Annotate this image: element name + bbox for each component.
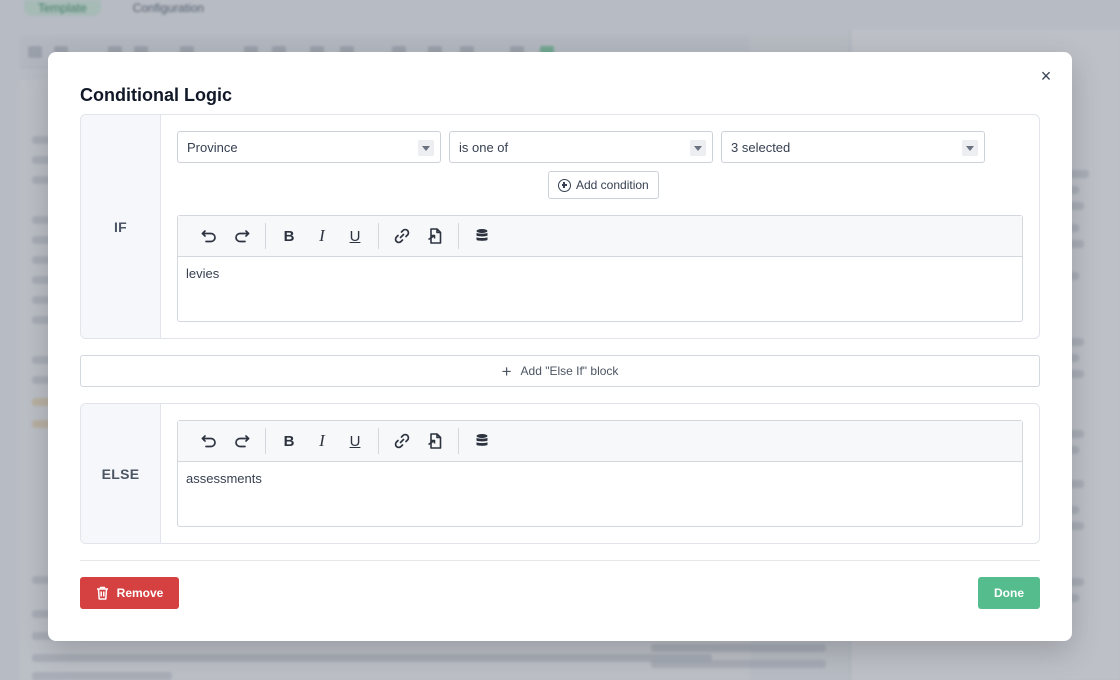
editor-toolbar: B I U — [178, 216, 1022, 257]
redo-icon[interactable] — [227, 428, 257, 454]
chevron-down-icon — [418, 140, 434, 156]
condition-operator-select[interactable]: is one of — [449, 131, 713, 163]
footer-divider — [80, 560, 1040, 561]
if-editor-content[interactable]: levies — [178, 257, 1022, 290]
done-button[interactable]: Done — [978, 577, 1040, 609]
add-else-if-button[interactable]: + Add "Else If" block — [80, 355, 1040, 387]
condition-operator-value: is one of — [459, 139, 509, 155]
add-condition-button[interactable]: Add condition — [548, 171, 659, 199]
conditional-logic-modal: Conditional Logic × IF Province is one o… — [48, 52, 1072, 641]
chevron-down-icon — [690, 140, 706, 156]
trash-icon — [96, 586, 108, 600]
remove-label: Remove — [116, 586, 164, 600]
condition-row: Province is one of 3 selected — [177, 131, 985, 163]
underline-button[interactable]: U — [340, 428, 370, 454]
else-editor-content[interactable]: assessments — [178, 462, 1022, 495]
else-block-body: B I U assessments — [161, 404, 1039, 543]
else-block: ELSE B I U assessments — [80, 403, 1040, 544]
if-block: IF Province is one of 3 selected Add con — [80, 114, 1040, 339]
database-icon[interactable] — [467, 223, 497, 249]
add-else-if-label: Add "Else If" block — [520, 364, 619, 378]
italic-button[interactable]: I — [307, 428, 337, 454]
editor-toolbar: B I U — [178, 421, 1022, 462]
undo-icon[interactable] — [194, 428, 224, 454]
redo-icon[interactable] — [227, 223, 257, 249]
plus-circle-icon — [558, 178, 571, 192]
add-condition-label: Add condition — [576, 178, 649, 192]
condition-value-select[interactable]: 3 selected — [721, 131, 985, 163]
condition-value-value: 3 selected — [731, 139, 791, 155]
close-icon[interactable]: × — [1036, 66, 1056, 86]
plus-icon: + — [501, 361, 512, 381]
condition-field-value: Province — [187, 139, 238, 155]
modal-title: Conditional Logic — [80, 85, 232, 105]
chevron-down-icon — [962, 140, 978, 156]
undo-icon[interactable] — [194, 223, 224, 249]
else-rich-text-editor: B I U assessments — [177, 420, 1023, 527]
insert-file-icon[interactable] — [420, 428, 450, 454]
bold-button[interactable]: B — [274, 223, 304, 249]
if-block-body: Province is one of 3 selected Add condit… — [161, 115, 1039, 338]
link-icon[interactable] — [387, 223, 417, 249]
insert-file-icon[interactable] — [420, 223, 450, 249]
if-label: IF — [81, 115, 161, 338]
link-icon[interactable] — [387, 428, 417, 454]
italic-button[interactable]: I — [307, 223, 337, 249]
else-label: ELSE — [81, 404, 161, 543]
condition-field-select[interactable]: Province — [177, 131, 441, 163]
database-icon[interactable] — [467, 428, 497, 454]
underline-button[interactable]: U — [340, 223, 370, 249]
if-rich-text-editor: B I U levies — [177, 215, 1023, 322]
bold-button[interactable]: B — [274, 428, 304, 454]
remove-button[interactable]: Remove — [80, 577, 179, 609]
